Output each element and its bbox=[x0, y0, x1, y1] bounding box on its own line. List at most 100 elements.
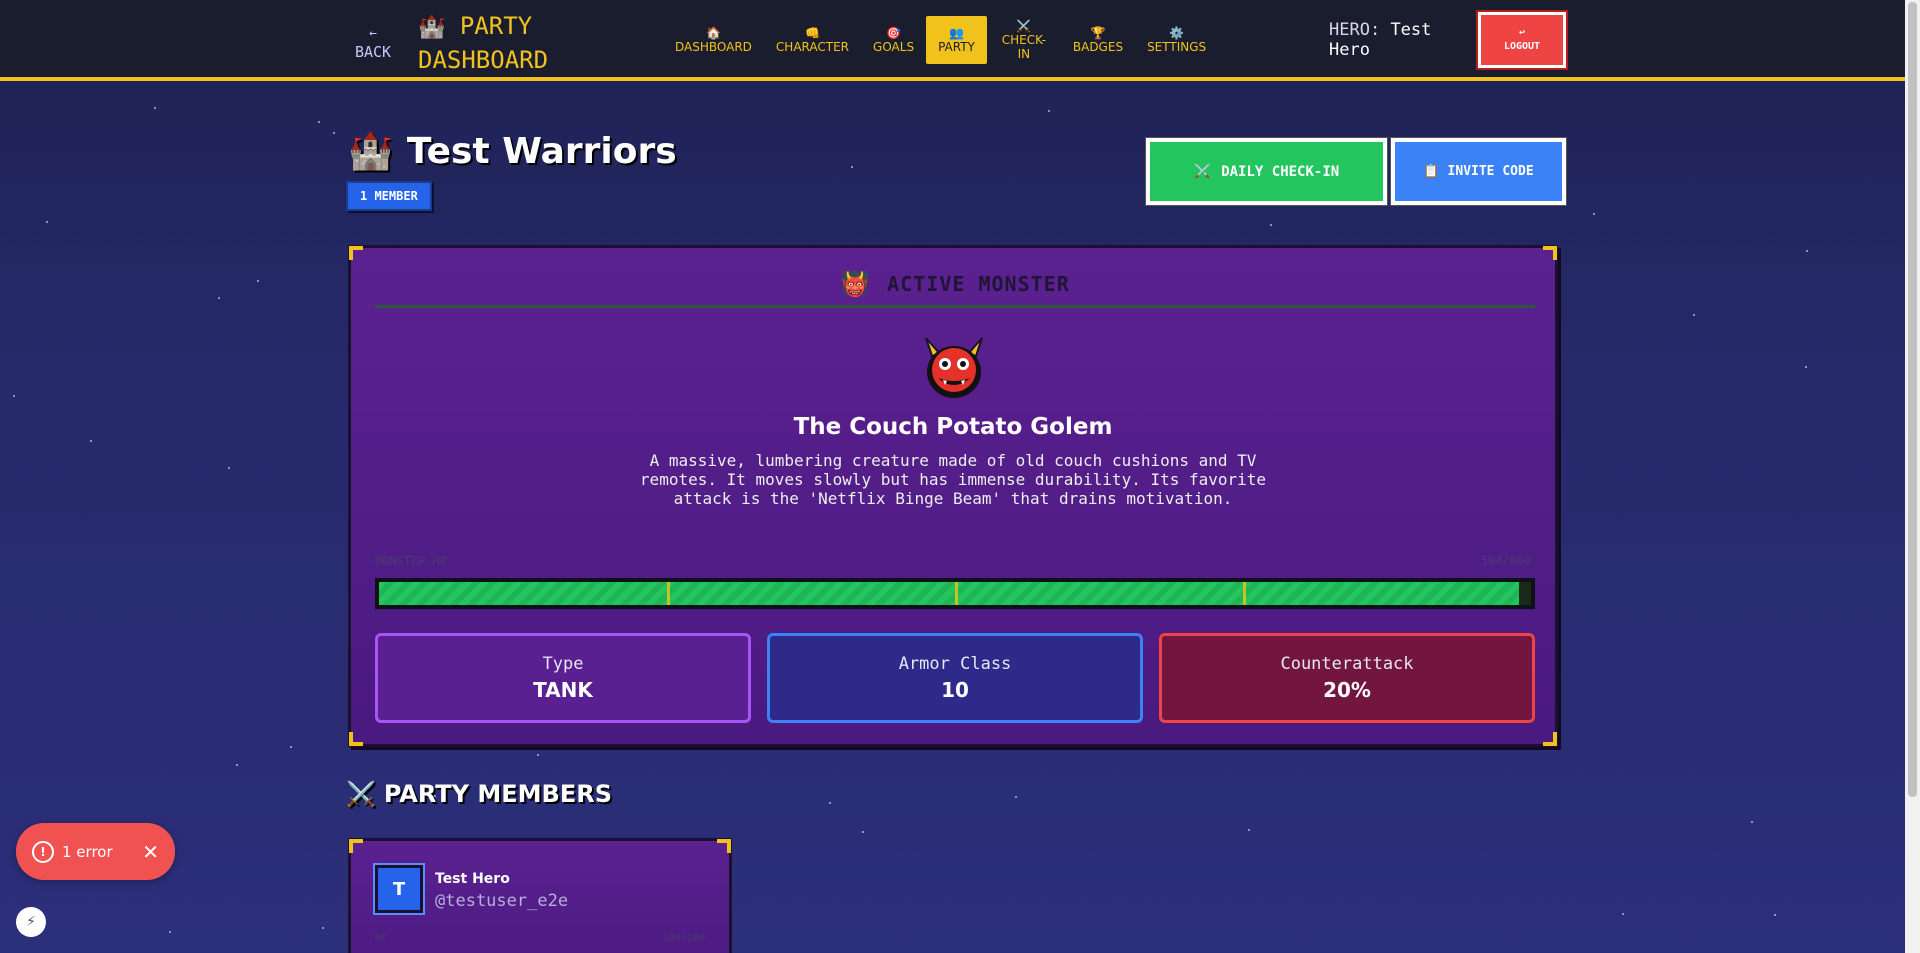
star bbox=[333, 132, 335, 134]
member-card[interactable]: T Test Hero @testuser_e2e HP 100/100 bbox=[348, 838, 732, 953]
star bbox=[46, 221, 48, 223]
brand-line-1: PARTY bbox=[459, 12, 533, 40]
star bbox=[1270, 224, 1272, 226]
main-nav: 🏠 DASHBOARD 👊 CHARACTER 🎯 GOALS 👥 PARTY ⚔️ CH… bbox=[663, 16, 1210, 64]
star bbox=[1806, 250, 1808, 252]
crossed-swords-icon: ⚔️ bbox=[1193, 163, 1212, 180]
card-corner bbox=[717, 839, 731, 853]
star bbox=[218, 297, 220, 299]
star bbox=[154, 107, 156, 109]
crossed-swords-icon: ⚔️ bbox=[1016, 19, 1032, 33]
back-arrow-icon: ← bbox=[369, 26, 377, 41]
nav-dashboard[interactable]: 🏠 DASHBOARD bbox=[663, 16, 764, 64]
nav-label: CHARACTER bbox=[775, 40, 850, 54]
hp-tick bbox=[955, 582, 958, 605]
nav-character[interactable]: 👊 CHARACTER bbox=[764, 16, 861, 64]
nav-label: GOALS bbox=[873, 40, 915, 54]
ogre-icon: 👹 bbox=[840, 269, 872, 298]
monster-description: A massive, lumbering creature made of ol… bbox=[639, 451, 1267, 508]
daily-check-in-button[interactable]: ⚔️ DAILY CHECK-IN bbox=[1146, 138, 1387, 205]
nav-party[interactable]: 👥 PARTY bbox=[926, 16, 987, 64]
lightning-icon[interactable]: ⚡ bbox=[16, 907, 46, 937]
back-button[interactable]: ← BACK bbox=[350, 24, 396, 62]
crossed-swords-icon: ⚔️ bbox=[346, 780, 376, 808]
house-icon: 🏠 bbox=[705, 26, 721, 40]
star bbox=[322, 927, 324, 929]
star bbox=[1593, 213, 1595, 215]
monster-hp-value: 594/600 bbox=[1480, 554, 1531, 568]
star bbox=[1805, 366, 1807, 368]
member-name: Test Hero bbox=[435, 871, 510, 887]
member-hp-label: HP bbox=[375, 933, 388, 944]
stat-label: Armor Class bbox=[898, 654, 1012, 674]
back-label: BACK bbox=[354, 43, 392, 61]
star bbox=[228, 467, 230, 469]
nav-label: PARTY bbox=[938, 40, 975, 54]
stat-value: 20% bbox=[1323, 678, 1371, 702]
page-title: 🏰 PARTY DASHBOARD bbox=[418, 10, 548, 76]
party-name: Test Warriors bbox=[406, 130, 677, 172]
top-navigation-bar: ← BACK 🏰 PARTY DASHBOARD 🏠 DASHBOARD 👊 CHA… bbox=[0, 0, 1905, 81]
ogre-icon bbox=[925, 337, 983, 398]
star bbox=[13, 395, 15, 397]
brand-line-2: DASHBOARD bbox=[418, 46, 549, 74]
people-icon: 👥 bbox=[948, 26, 964, 40]
stat-armor-class: Armor Class 10 bbox=[767, 633, 1143, 723]
star bbox=[236, 764, 238, 766]
fist-icon: 👊 bbox=[804, 26, 820, 40]
hp-tick bbox=[1243, 582, 1246, 605]
nav-label: CHECK-IN bbox=[1001, 33, 1047, 61]
stat-value: TANK bbox=[533, 678, 593, 702]
clipboard-icon: 📋 bbox=[1423, 164, 1440, 179]
error-toast[interactable]: ! 1 error ✕ bbox=[16, 823, 175, 880]
logout-button[interactable]: ↩ LOGOUT bbox=[1476, 10, 1568, 70]
star bbox=[1622, 913, 1624, 915]
nav-settings[interactable]: ⚙️ SETTINGS bbox=[1135, 16, 1210, 64]
page-scrollbar[interactable] bbox=[1905, 0, 1920, 953]
member-username: @testuser_e2e bbox=[435, 891, 569, 911]
target-icon: 🎯 bbox=[886, 26, 902, 40]
star bbox=[169, 931, 171, 933]
invite-code-button[interactable]: 📋 INVITE CODE bbox=[1391, 138, 1566, 205]
star bbox=[1774, 914, 1776, 916]
close-icon[interactable]: ✕ bbox=[142, 840, 159, 864]
nav-label: SETTINGS bbox=[1147, 40, 1207, 54]
party-members-heading: ⚔️ PARTY MEMBERS bbox=[346, 780, 612, 808]
card-corner bbox=[349, 839, 363, 853]
active-monster-title: ACTIVE MONSTER bbox=[887, 271, 1070, 296]
card-corner bbox=[1543, 732, 1557, 746]
monster-hp-label: MONSTER HP bbox=[375, 554, 448, 568]
active-monster-header: 👹 ACTIVE MONSTER bbox=[375, 268, 1535, 308]
hp-tick bbox=[667, 582, 670, 605]
nav-goals[interactable]: 🎯 GOALS bbox=[861, 16, 926, 64]
star bbox=[90, 440, 92, 442]
star bbox=[1693, 314, 1695, 316]
star bbox=[1015, 796, 1017, 798]
card-corner bbox=[349, 732, 363, 746]
stat-type: Type TANK bbox=[375, 633, 751, 723]
star bbox=[290, 746, 292, 748]
trophy-icon: 🏆 bbox=[1090, 26, 1106, 40]
nav-badges[interactable]: 🏆 BADGES bbox=[1061, 16, 1135, 64]
nav-check-in[interactable]: ⚔️ CHECK-IN bbox=[987, 16, 1061, 64]
card-corner bbox=[1543, 246, 1557, 260]
party-members-title: PARTY MEMBERS bbox=[383, 780, 612, 808]
nav-label: DASHBOARD bbox=[675, 40, 752, 54]
stat-counterattack: Counterattack 20% bbox=[1159, 633, 1535, 723]
star bbox=[257, 280, 259, 282]
scrollbar-thumb[interactable] bbox=[1908, 2, 1917, 797]
star bbox=[862, 831, 864, 833]
stat-label: Counterattack bbox=[1280, 654, 1414, 674]
star bbox=[537, 754, 539, 756]
star bbox=[851, 166, 853, 168]
active-monster-card: 👹 ACTIVE MONSTER The Couch Potato Golem … bbox=[348, 245, 1558, 747]
invite-code-label: INVITE CODE bbox=[1447, 164, 1534, 179]
monster-hp-fill bbox=[379, 582, 1520, 605]
party-title: 🏰 Test Warriors bbox=[348, 130, 677, 173]
gear-icon: ⚙️ bbox=[1169, 26, 1185, 40]
error-count: 1 error bbox=[62, 842, 113, 861]
avatar: T bbox=[373, 863, 425, 915]
castle-icon: 🏰 bbox=[348, 131, 393, 172]
logout-label: LOGOUT bbox=[1503, 41, 1541, 52]
monster-hp-bar bbox=[375, 578, 1535, 609]
